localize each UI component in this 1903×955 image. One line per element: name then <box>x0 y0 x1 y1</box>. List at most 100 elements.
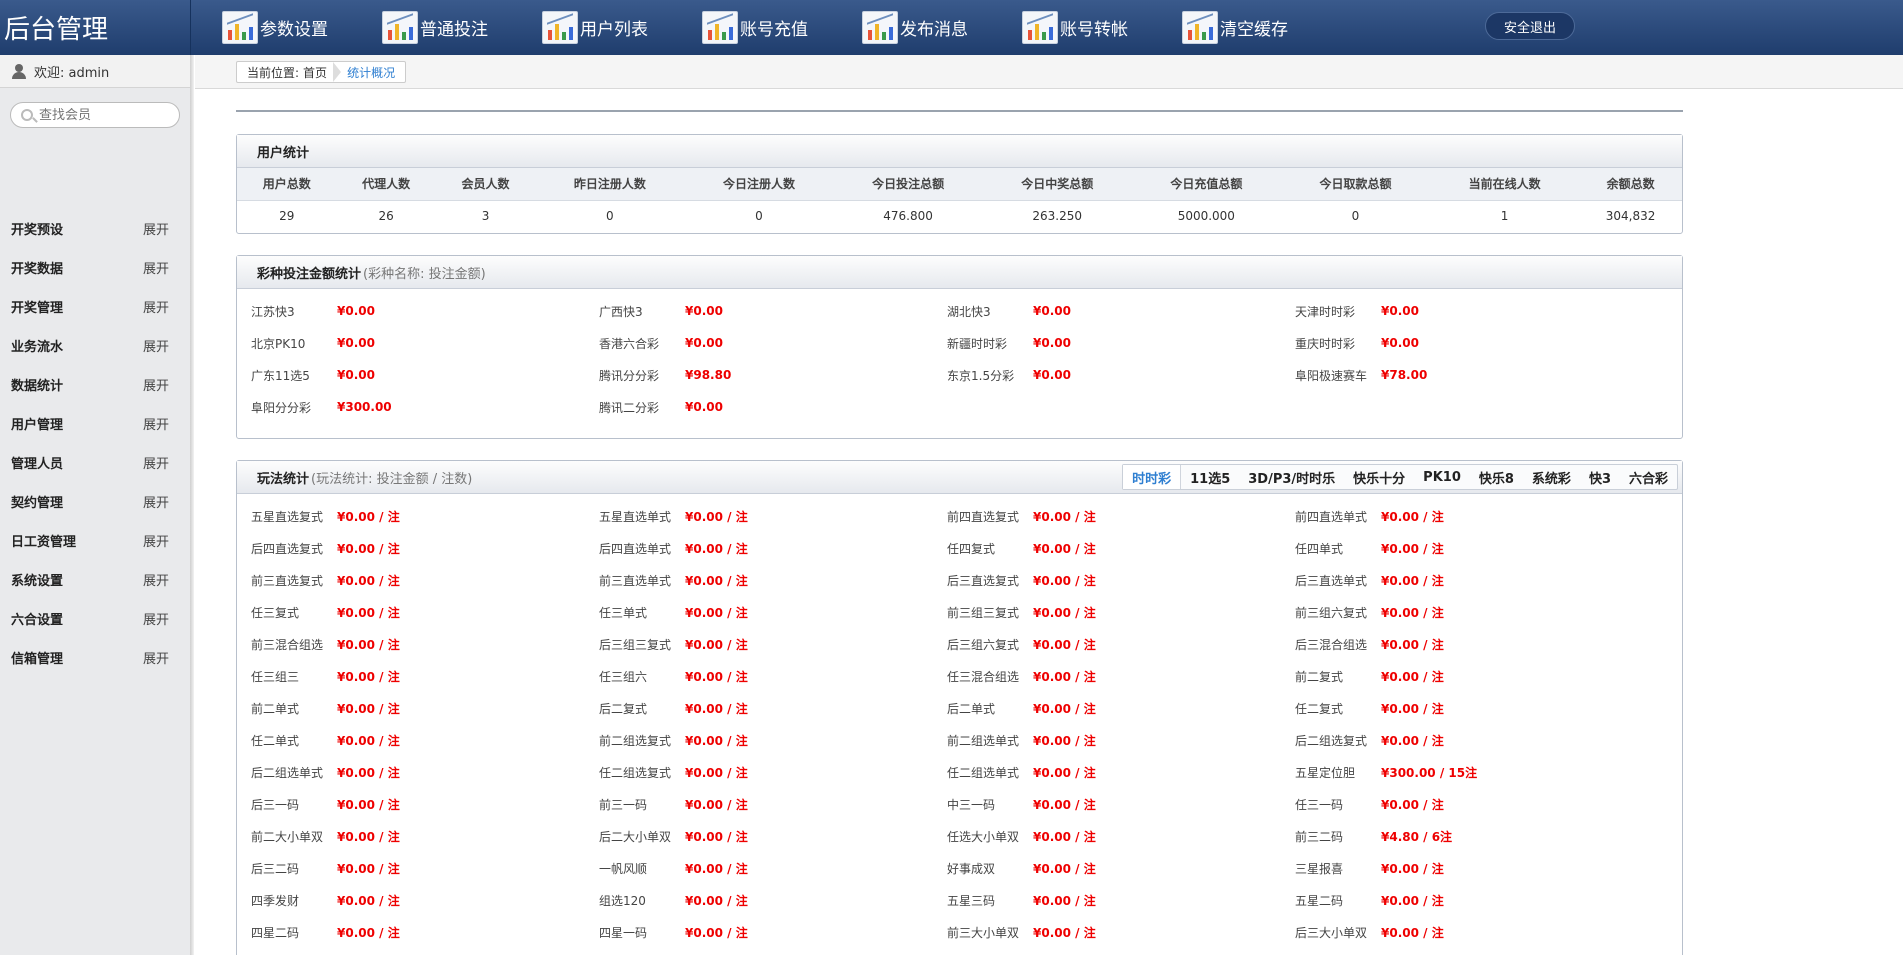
play-amount: ¥0.00 / 注 <box>1381 573 1444 588</box>
sidebar-expand-link[interactable]: 展开 <box>143 414 169 433</box>
play-amount: ¥0.00 / 注 <box>685 797 748 812</box>
play-type-tab[interactable]: 快3 <box>1580 465 1620 489</box>
lottery-name: 北京PK10 <box>251 336 306 351</box>
lottery-name: 湖北快3 <box>947 304 991 319</box>
user-stats-panel: 用户统计 用户总数 代理人数 会员人数 昨日注册人数 今日注册人数 今日投注总额 今日中奖总… <box>236 134 1683 234</box>
play-stat-item: 任选大小单双 ¥0.00 / 注 <box>947 820 1295 852</box>
chart-bar <box>875 24 879 40</box>
play-name: 后四直选单式 <box>599 541 672 556</box>
table-cell: 476.800 <box>883 208 933 223</box>
play-amount: ¥0.00 / 注 <box>1033 669 1096 684</box>
play-name: 前三直选单式 <box>599 573 672 588</box>
play-stat-item: 任二组选单式 ¥0.00 / 注 <box>947 756 1295 788</box>
play-type-tab[interactable]: 快乐十分 <box>1344 465 1414 489</box>
sidebar-item[interactable]: 系统设置 展开 <box>0 560 191 599</box>
sidebar-item[interactable]: 契约管理 展开 <box>0 482 191 521</box>
sidebar-expand-link[interactable]: 展开 <box>143 375 169 394</box>
sidebar-expand-link[interactable]: 展开 <box>143 258 169 277</box>
play-amount: ¥0.00 / 注 <box>1033 829 1096 844</box>
sidebar-expand-link[interactable]: 展开 <box>143 609 169 628</box>
sidebar-item[interactable]: 开奖数据 展开 <box>0 248 191 287</box>
column-header: 今日中奖总额 <box>982 168 1132 201</box>
play-stat-item: 前二复式 ¥0.00 / 注 <box>1295 660 1643 692</box>
sidebar-expand-link[interactable]: 展开 <box>143 648 169 667</box>
topnav-item[interactable]: 账号转帐 <box>1022 0 1182 55</box>
sidebar-item[interactable]: 开奖管理 展开 <box>0 287 191 326</box>
lottery-amount: ¥98.80 <box>685 368 732 382</box>
play-name: 后三大小单双 <box>1295 925 1368 940</box>
sidebar-item[interactable]: 信箱管理 展开 <box>0 638 191 677</box>
sidebar-item[interactable]: 业务流水 展开 <box>0 326 191 365</box>
lottery-amount: ¥0.00 <box>1381 304 1419 318</box>
lottery-amount: ¥0.00 <box>337 368 375 382</box>
play-stat-item: 任四单式 ¥0.00 / 注 <box>1295 532 1643 564</box>
content-divider <box>236 110 1683 112</box>
play-stat-item: 前三直选复式 ¥0.00 / 注 <box>251 564 599 596</box>
table-cell: 0 <box>606 208 614 223</box>
play-name: 前二单式 <box>251 701 300 716</box>
brand-title: 后台管理 <box>0 0 191 55</box>
topnav-item[interactable]: 清空缓存 <box>1182 0 1342 55</box>
sidebar-expand-link[interactable]: 展开 <box>143 336 169 355</box>
topnav-item[interactable]: 普通投注 <box>382 0 542 55</box>
play-amount: ¥0.00 / 注 <box>685 925 748 940</box>
sidebar-item[interactable]: 用户管理 展开 <box>0 404 191 443</box>
lottery-name: 新疆时时彩 <box>947 336 1008 351</box>
breadcrumb-prefix: 当前位置: <box>247 65 300 80</box>
breadcrumb-home[interactable]: 首页 <box>303 64 327 81</box>
sidebar-expand-link[interactable]: 展开 <box>143 453 169 472</box>
sidebar-item[interactable]: 开奖预设 展开 <box>0 209 191 248</box>
sidebar-item[interactable]: 管理人员 展开 <box>0 443 191 482</box>
sidebar-item[interactable]: 六合设置 展开 <box>0 599 191 638</box>
topnav-item[interactable]: 用户列表 <box>542 0 702 55</box>
play-amount: ¥0.00 / 注 <box>1033 573 1096 588</box>
play-amount: ¥0.00 / 注 <box>337 765 400 780</box>
play-stat-item: 后二复式 ¥0.00 / 注 <box>599 692 947 724</box>
chart-bar <box>722 32 726 40</box>
sidebar-expand-link[interactable]: 展开 <box>143 570 169 589</box>
topnav-item[interactable]: 发布消息 <box>862 0 1022 55</box>
play-type-tab[interactable]: 11选5 <box>1181 465 1239 489</box>
play-amount: ¥0.00 / 注 <box>337 893 400 908</box>
chart-icon <box>1182 11 1218 44</box>
play-stat-item: 五星二码 ¥0.00 / 注 <box>1295 884 1643 916</box>
member-search[interactable] <box>10 102 180 128</box>
play-type-tab[interactable]: 快乐8 <box>1470 465 1523 489</box>
lottery-name: 香港六合彩 <box>599 336 660 351</box>
sidebar-item[interactable]: 数据统计 展开 <box>0 365 191 404</box>
play-amount: ¥0.00 / 注 <box>1033 893 1096 908</box>
welcome-text: 欢迎: admin <box>34 65 110 81</box>
play-type-tab[interactable]: 系统彩 <box>1523 465 1580 489</box>
chart-bar <box>402 32 406 40</box>
sidebar-expand-link[interactable]: 展开 <box>143 492 169 511</box>
play-amount: ¥0.00 / 注 <box>685 605 748 620</box>
table-cell: 0 <box>1351 208 1360 223</box>
play-name: 任二复式 <box>1295 701 1344 716</box>
chart-bar <box>715 24 719 40</box>
play-type-tab[interactable]: 3D/P3/时时乐 <box>1239 465 1344 489</box>
play-stat-item: 前三组六复式 ¥0.00 / 注 <box>1295 596 1643 628</box>
play-type-tab[interactable]: 时时彩 <box>1123 465 1182 489</box>
member-search-input[interactable] <box>39 107 169 123</box>
play-name: 前三组三复式 <box>947 605 1020 620</box>
play-type-tab[interactable]: PK10 <box>1414 465 1470 489</box>
topnav-item[interactable]: 参数设置 <box>222 0 382 55</box>
lottery-name: 阜阳极速赛车 <box>1295 368 1368 383</box>
play-name: 任三组三 <box>251 669 300 684</box>
play-name: 前三二码 <box>1295 829 1344 844</box>
play-name: 三星报喜 <box>1295 861 1344 876</box>
lottery-stat-item: 腾讯二分彩 ¥0.00 <box>599 391 947 423</box>
chart-bar <box>868 30 872 40</box>
sidebar-expand-link[interactable]: 展开 <box>143 531 169 550</box>
play-type-tab[interactable]: 六合彩 <box>1620 465 1677 489</box>
sidebar-item[interactable]: 日工资管理 展开 <box>0 521 191 560</box>
lottery-stat-item: 阜阳分分彩 ¥300.00 <box>251 391 599 423</box>
sidebar-expand-link[interactable]: 展开 <box>143 297 169 316</box>
sidebar-expand-link[interactable]: 展开 <box>143 219 169 238</box>
play-name: 后二单式 <box>947 701 996 716</box>
play-amount: ¥0.00 / 注 <box>685 829 748 844</box>
logout-button[interactable]: 安全退出 <box>1485 12 1575 40</box>
play-name: 后三混合组选 <box>1295 637 1368 652</box>
chart-bar <box>729 27 733 40</box>
topnav-item[interactable]: 账号充值 <box>702 0 862 55</box>
